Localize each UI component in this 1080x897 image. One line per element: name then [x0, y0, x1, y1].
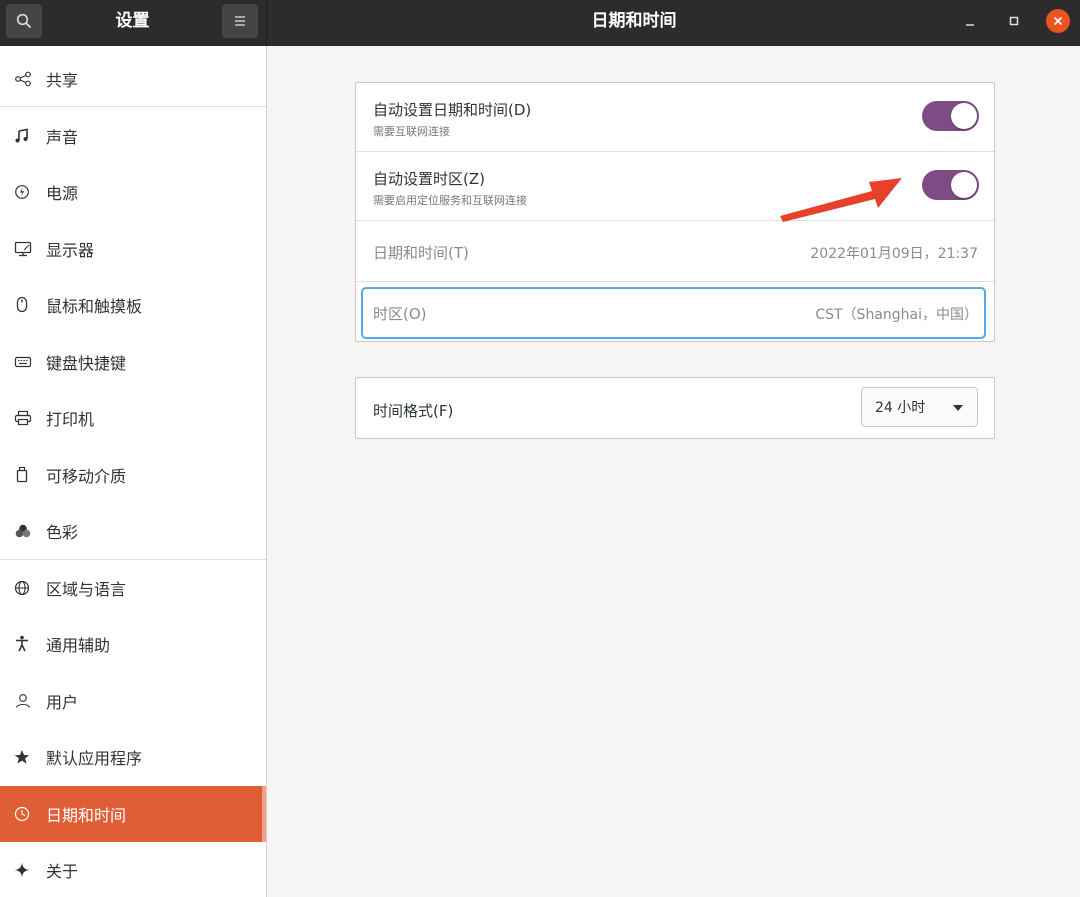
sidebar-item-label: 色彩 [46, 523, 79, 542]
menu-button[interactable] [222, 4, 258, 38]
auto-datetime-title: 自动设置日期和时间(D) [373, 101, 532, 119]
mouse-icon [0, 296, 46, 314]
header-bar: 设置 日期和时间 [0, 0, 1080, 46]
globe-icon [0, 580, 46, 596]
sidebar-item-label: 用户 [46, 693, 79, 712]
monitor-icon [0, 241, 46, 257]
search-button[interactable] [6, 4, 42, 38]
minimize-icon [966, 24, 974, 26]
date-time-row[interactable]: 日期和时间(T) 2022年01月09日，21:37 [356, 221, 994, 281]
time-format-selected: 24 小时 [875, 400, 926, 416]
printer-icon [0, 410, 46, 426]
sidebar-item-removable-media[interactable]: 可移动介质 [0, 447, 266, 503]
color-icon [0, 523, 46, 539]
switch-knob [951, 172, 977, 198]
removable-media-icon [0, 466, 46, 484]
sidebar-item-label: 可移动介质 [46, 467, 127, 486]
share-icon [0, 71, 46, 87]
sidebar-item-label: 区域与语言 [46, 580, 127, 599]
date-time-label: 日期和时间(T) [373, 244, 469, 262]
date-time-value: 2022年01月09日，21:37 [810, 246, 978, 262]
chevron-down-icon [953, 405, 963, 411]
auto-timezone-subtitle: 需要启用定位服务和互联网连接 [373, 194, 527, 207]
sidebar-item-mouse-touchpad[interactable]: 鼠标和触摸板 [0, 277, 266, 333]
sidebar-item-label: 声音 [46, 128, 79, 147]
time-format-label: 时间格式(F) [373, 402, 454, 420]
sidebar-item-sharing[interactable]: 共享 [0, 51, 266, 107]
sidebar-separator [0, 106, 266, 107]
sidebar-item-power[interactable]: 电源 [0, 164, 266, 220]
active-indicator [262, 786, 266, 842]
sidebar-item-label: 电源 [46, 184, 79, 203]
auto-datetime-switch[interactable] [922, 101, 979, 131]
music-note-icon [0, 128, 46, 144]
hamburger-menu-icon [235, 16, 245, 26]
sidebar-item-region-language[interactable]: 区域与语言 [0, 560, 266, 616]
sidebar-item-printers[interactable]: 打印机 [0, 390, 266, 446]
sidebar-item-label: 通用辅助 [46, 636, 111, 655]
search-icon [16, 13, 31, 28]
time-format-dropdown[interactable]: 24 小时 [861, 387, 978, 427]
sidebar-item-users[interactable]: 用户 [0, 673, 266, 729]
sidebar-header: 设置 [0, 0, 267, 46]
auto-timezone-switch[interactable] [922, 170, 979, 200]
star-icon [0, 749, 46, 765]
sparkle-icon [0, 862, 46, 878]
time-format-panel: 时间格式(F) 24 小时 [355, 377, 995, 439]
auto-datetime-row[interactable]: 自动设置日期和时间(D) 需要互联网连接 [356, 83, 994, 151]
power-icon [0, 184, 46, 200]
sidebar-item-label: 日期和时间 [46, 806, 127, 825]
sidebar-item-label: 显示器 [46, 241, 95, 260]
sidebar-item-displays[interactable]: 显示器 [0, 221, 266, 277]
sidebar-item-about[interactable]: 关于 [0, 842, 266, 897]
annotation-arrow-icon [780, 178, 902, 222]
sidebar-item-label: 共享 [46, 71, 79, 90]
sidebar-item-keyboard-shortcuts[interactable]: 键盘快捷键 [0, 334, 266, 390]
sidebar-item-label: 键盘快捷键 [46, 354, 127, 373]
user-icon [0, 693, 46, 709]
maximize-icon [1009, 16, 1019, 26]
sidebar-item-date-time[interactable]: 日期和时间 [0, 786, 266, 842]
sidebar-item-label: 默认应用程序 [46, 749, 143, 768]
sidebar-item-label: 打印机 [46, 410, 95, 429]
clock-icon [0, 806, 46, 822]
maximize-button[interactable] [1002, 9, 1026, 33]
sidebar-item-sound[interactable]: 声音 [0, 108, 266, 164]
auto-datetime-subtitle: 需要互联网连接 [373, 125, 450, 138]
timezone-focus-ring [361, 287, 986, 339]
sidebar-item-accessibility[interactable]: 通用辅助 [0, 616, 266, 672]
minimize-button[interactable] [958, 9, 982, 33]
close-button[interactable] [1046, 9, 1070, 33]
sidebar-item-color[interactable]: 色彩 [0, 503, 266, 559]
sidebar: 共享 声音 电源 显示器 鼠标和触摸板 键盘快捷键 打印机 可移动介质 色彩 区… [0, 46, 267, 897]
accessibility-icon [0, 635, 46, 653]
sidebar-item-label: 鼠标和触摸板 [46, 297, 143, 316]
auto-timezone-title: 自动设置时区(Z) [373, 170, 485, 188]
sidebar-title: 设置 [115, 11, 150, 31]
keyboard-icon [0, 355, 46, 369]
close-icon [1054, 17, 1062, 25]
switch-knob [951, 103, 977, 129]
sidebar-item-default-apps[interactable]: 默认应用程序 [0, 729, 266, 785]
sidebar-item-label: 关于 [46, 862, 79, 881]
